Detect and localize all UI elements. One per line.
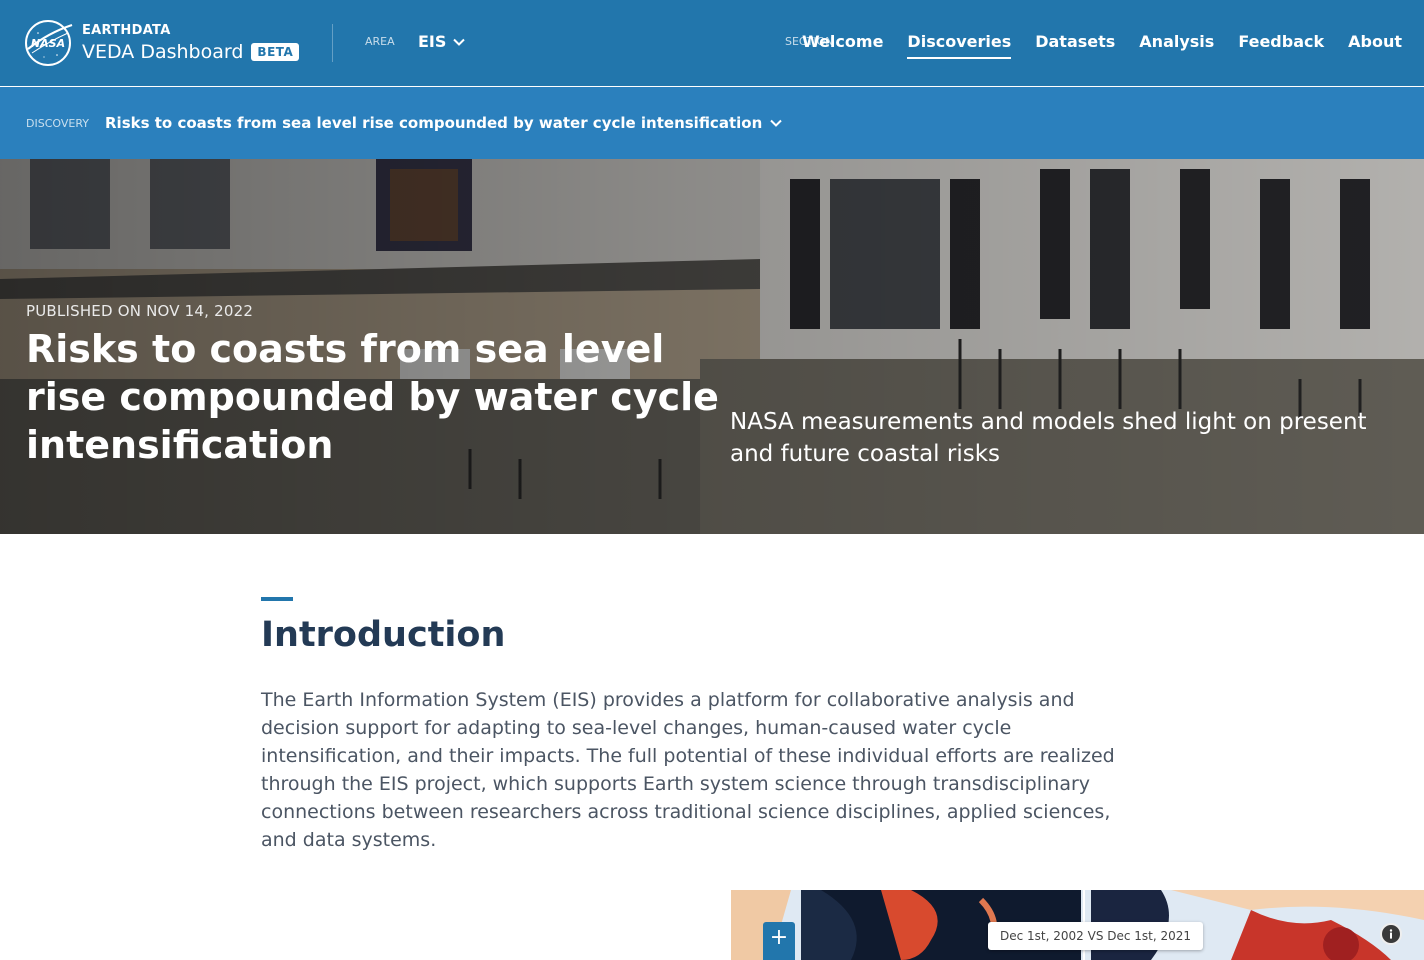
beta-badge: BETA (251, 42, 300, 61)
hero-banner: PUBLISHED ON NOV 14, 2022 Risks to coast… (0, 159, 1424, 534)
brand-text: EARTHDATA VEDA Dashboard BETA (82, 22, 300, 64)
svg-text:NASA: NASA (31, 37, 65, 50)
nasa-logo-icon: NASA (25, 20, 73, 66)
discovery-value: Risks to coasts from sea level rise comp… (105, 114, 763, 132)
brand-name: VEDA Dashboard (82, 40, 244, 63)
published-date: PUBLISHED ON NOV 14, 2022 (26, 302, 254, 320)
hero-title: Risks to coasts from sea level rise comp… (26, 327, 719, 467)
nav-welcome[interactable]: Welcome (802, 32, 883, 59)
zoom-in-button[interactable]: + (763, 922, 795, 960)
compare-date-label: Dec 1st, 2002 VS Dec 1st, 2021 (988, 922, 1204, 950)
main-nav: Welcome Discoveries Datasets Analysis Fe… (778, 32, 1402, 59)
chevron-down-icon (453, 38, 466, 46)
nav-feedback[interactable]: Feedback (1238, 32, 1324, 59)
hero-description: NASA measurements and models shed light … (730, 409, 1367, 467)
discovery-selector[interactable]: Risks to coasts from sea level rise comp… (105, 114, 783, 132)
area-value: EIS (418, 32, 447, 51)
nav-datasets[interactable]: Datasets (1035, 32, 1115, 59)
compare-map[interactable]: + Dec 1st, 2002 VS Dec 1st, 2021 (731, 890, 1424, 960)
top-nav-bar: NASA EARTHDATA VEDA Dashboard BETA AREA … (0, 0, 1424, 86)
nav-about[interactable]: About (1348, 32, 1402, 59)
discovery-label: DISCOVERY (26, 117, 89, 130)
chevron-down-icon (770, 119, 782, 127)
header-divider (332, 24, 333, 62)
area-selector[interactable]: EIS (418, 32, 466, 51)
intro-heading: Introduction (261, 615, 506, 655)
discovery-bar: DISCOVERY Risks to coasts from sea level… (0, 87, 1424, 159)
intro-paragraph: The Earth Information System (EIS) provi… (261, 689, 1115, 851)
nav-discoveries[interactable]: Discoveries (907, 32, 1011, 59)
brand-earthdata: EARTHDATA (82, 22, 171, 38)
heading-accent-bar (261, 597, 293, 601)
info-glyph-icon (1389, 929, 1393, 939)
area-label: AREA (365, 35, 395, 48)
home-logo-link[interactable]: NASA EARTHDATA VEDA Dashboard BETA (24, 19, 300, 67)
info-icon[interactable] (1380, 923, 1402, 945)
nav-analysis[interactable]: Analysis (1139, 32, 1214, 59)
